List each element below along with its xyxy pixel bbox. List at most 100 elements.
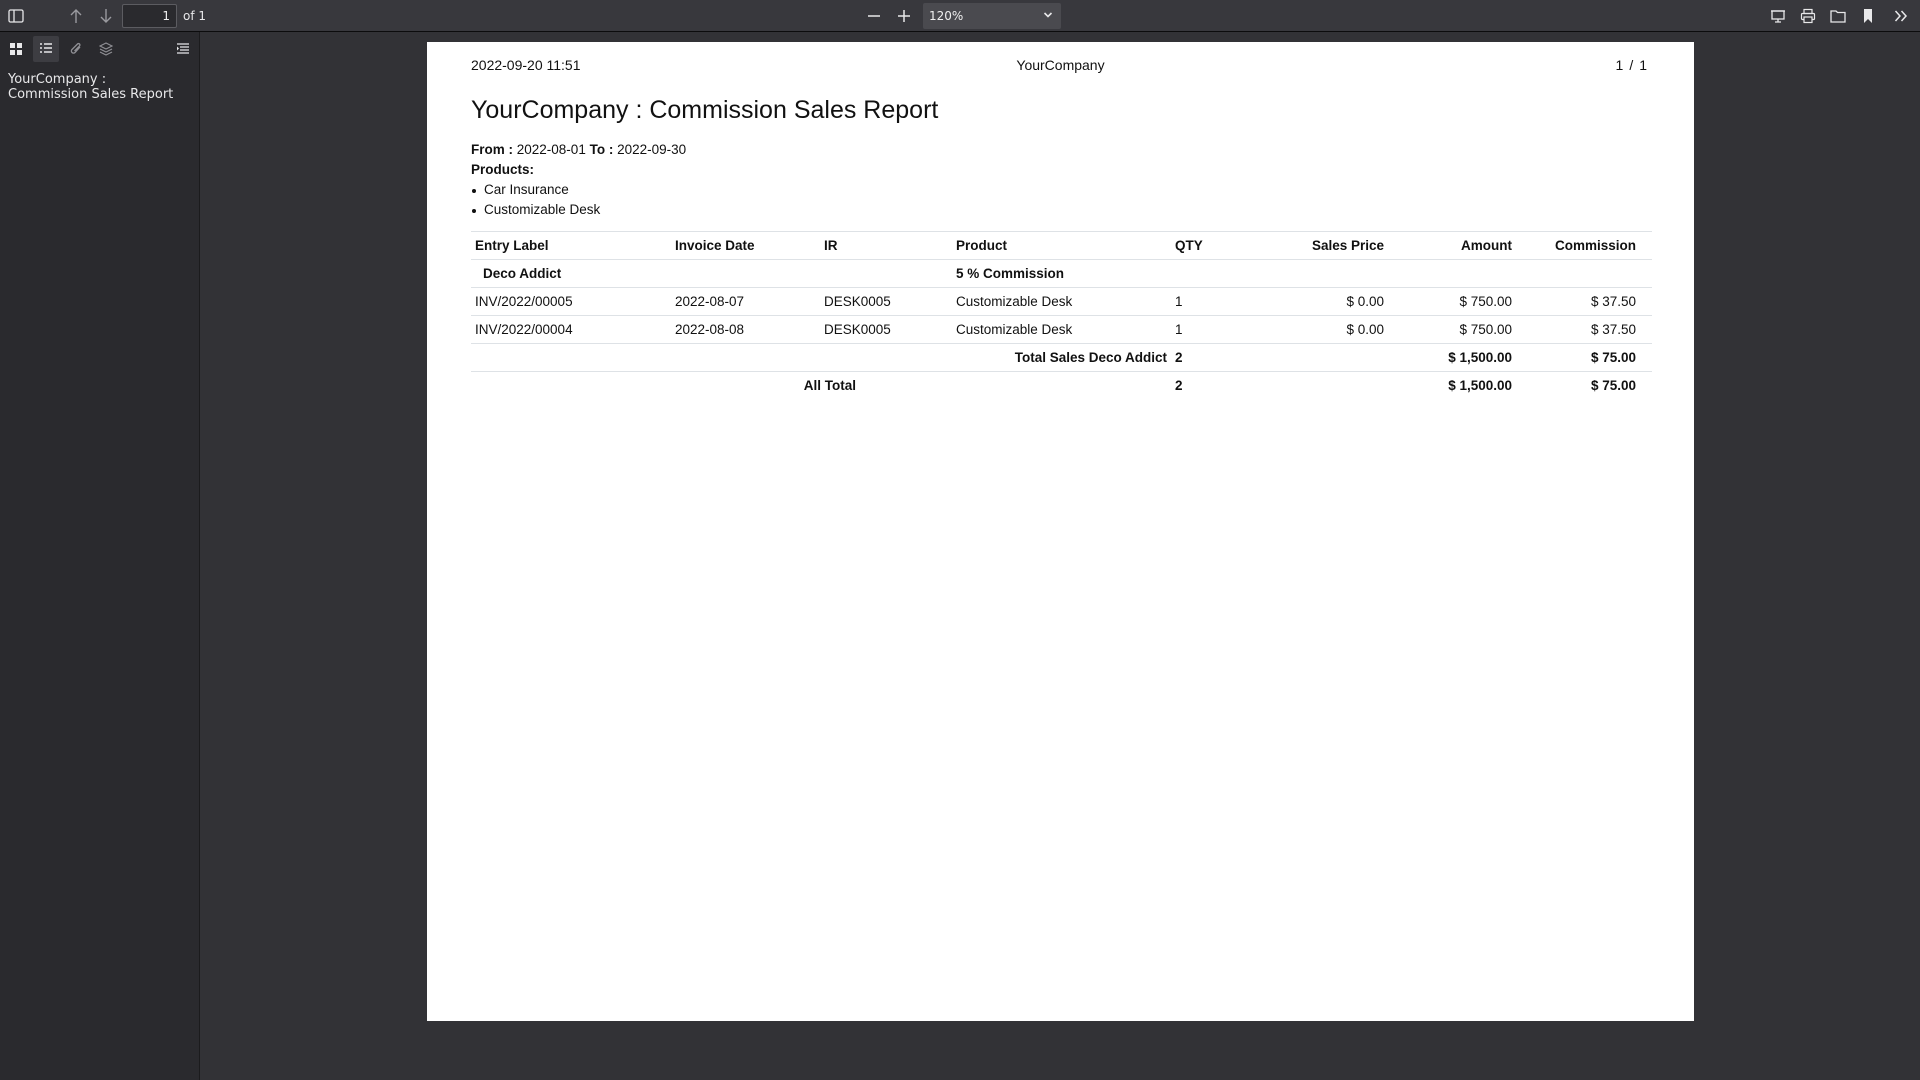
date-range: From : 2022-08-01 To : 2022-09-30 (471, 142, 686, 157)
empty-cell (671, 259, 820, 288)
minus-icon (868, 15, 880, 17)
to-date: 2022-09-30 (617, 142, 687, 157)
folder-icon (1830, 10, 1846, 23)
product-item: Customizable Desk (471, 200, 600, 220)
thumbnails-view-button[interactable] (3, 36, 29, 62)
grand-total-qty: 2 (1171, 371, 1231, 399)
cell-commission: $ 37.50 (1516, 287, 1652, 316)
product-item: Car Insurance (471, 180, 600, 200)
sidebar-toggle-icon (8, 9, 24, 23)
cell-product: Customizable Desk (952, 287, 1171, 316)
empty-cell (1388, 259, 1516, 288)
bookmark-button[interactable] (1855, 3, 1881, 29)
empty-cell (1231, 343, 1388, 372)
cell-ir: DESK0005 (820, 315, 952, 344)
layers-view-button[interactable] (93, 36, 119, 62)
report-page-indicator: 1 / 1 (1613, 57, 1650, 73)
cell-product: Customizable Desk (952, 315, 1171, 344)
report-company-header: YourCompany (1016, 57, 1105, 73)
subtotal-commission: $ 75.00 (1516, 343, 1652, 372)
group-row: Deco Addict 5 % Commission (471, 259, 1652, 288)
layers-icon (99, 42, 113, 56)
grand-total-amount: $ 1,500.00 (1388, 371, 1516, 399)
tools-menu-button[interactable] (1888, 3, 1914, 29)
cell-sales-price: $ 0.00 (1231, 287, 1388, 316)
previous-page-button[interactable] (63, 3, 89, 29)
subtotal-qty: 2 (1171, 343, 1231, 372)
open-file-button[interactable] (1825, 3, 1851, 29)
group-name: Deco Addict (471, 259, 671, 288)
grand-total-label: All Total (671, 371, 952, 399)
cell-invoice-date: 2022-08-07 (671, 287, 820, 316)
viewer-toolbar: of 1 120% (0, 0, 1920, 32)
outline-view-button[interactable] (33, 36, 59, 62)
print-button[interactable] (1795, 3, 1821, 29)
attachments-view-button[interactable] (63, 36, 89, 62)
empty-cell (820, 259, 952, 288)
column-header-ir: IR (820, 231, 952, 260)
cell-ir: DESK0005 (820, 287, 952, 316)
zoom-select[interactable]: 120% (923, 3, 1061, 29)
chevron-down-icon (1043, 12, 1053, 18)
page-total: 1 (1639, 57, 1647, 73)
outline-current-icon (177, 43, 189, 54)
presentation-mode-button[interactable] (1765, 3, 1791, 29)
cell-invoice-date: 2022-08-08 (671, 315, 820, 344)
grand-total-commission: $ 75.00 (1516, 371, 1652, 399)
grand-total-row: All Total 2 $ 1,500.00 $ 75.00 (471, 371, 1652, 399)
empty-cell (1231, 371, 1388, 399)
page-number-input[interactable] (122, 4, 177, 28)
list-icon (40, 43, 52, 53)
toggle-sidebar-button[interactable] (3, 3, 29, 29)
grid-icon (10, 43, 22, 55)
empty-cell (1231, 259, 1388, 288)
empty-cell (952, 371, 1171, 399)
empty-cell (1171, 259, 1231, 288)
next-page-button[interactable] (93, 3, 119, 29)
outline-item-report[interactable]: YourCompany : Commission Sales Report (8, 72, 188, 102)
page-separator: / (1629, 57, 1634, 73)
paperclip-icon (70, 42, 81, 54)
bookmark-icon (1864, 9, 1872, 23)
subtotal-amount: $ 1,500.00 (1388, 343, 1516, 372)
column-header-entry-label: Entry Label (471, 231, 671, 260)
from-date: 2022-08-01 (516, 142, 586, 157)
sidebar-view-tabs (0, 32, 199, 66)
cell-amount: $ 750.00 (1388, 287, 1516, 316)
report-title: YourCompany : Commission Sales Report (471, 96, 939, 124)
cell-commission: $ 37.50 (1516, 315, 1652, 344)
products-list: Car Insurance Customizable Desk (471, 180, 600, 220)
subtotal-row: Total Sales Deco Addict 2 $ 1,500.00 $ 7… (471, 343, 1652, 372)
table-row: INV/2022/00004 2022-08-08 DESK0005 Custo… (471, 315, 1652, 344)
empty-cell (1516, 259, 1652, 288)
arrow-up-icon (70, 9, 82, 23)
subtotal-label: Total Sales Deco Addict (471, 343, 1171, 372)
table-header-row: Entry Label Invoice Date IR Product QTY … (471, 231, 1652, 260)
presentation-icon (1771, 10, 1785, 23)
column-header-commission: Commission (1516, 231, 1652, 260)
plus-icon (898, 10, 910, 22)
cell-entry-label: INV/2022/00004 (471, 315, 671, 344)
column-header-invoice-date: Invoice Date (671, 231, 820, 260)
zoom-out-button[interactable] (861, 3, 887, 29)
printer-icon (1800, 8, 1816, 24)
from-label: From : (471, 142, 513, 157)
cell-qty: 1 (1171, 315, 1231, 344)
group-commission-rule: 5 % Commission (952, 259, 1171, 288)
cell-sales-price: $ 0.00 (1231, 315, 1388, 344)
current-outline-item-button[interactable] (170, 36, 196, 62)
arrow-down-icon (100, 9, 112, 23)
column-header-qty: QTY (1171, 231, 1231, 260)
page-count: of 1 (183, 9, 207, 23)
zoom-in-button[interactable] (891, 3, 917, 29)
document-viewer: 2022-09-20 11:51 YourCompany 1/1 YourCom… (200, 32, 1920, 1080)
to-label: To : (589, 142, 614, 157)
commission-table: Entry Label Invoice Date IR Product QTY … (471, 231, 1652, 399)
column-header-sales-price: Sales Price (1231, 231, 1388, 260)
zoom-value: 120% (929, 9, 964, 23)
page-current: 1 (1615, 57, 1624, 73)
cell-entry-label: INV/2022/00005 (471, 287, 671, 316)
column-header-product: Product (952, 231, 1171, 260)
sidebar: YourCompany : Commission Sales Report (0, 32, 200, 1080)
column-header-amount: Amount (1388, 231, 1516, 260)
